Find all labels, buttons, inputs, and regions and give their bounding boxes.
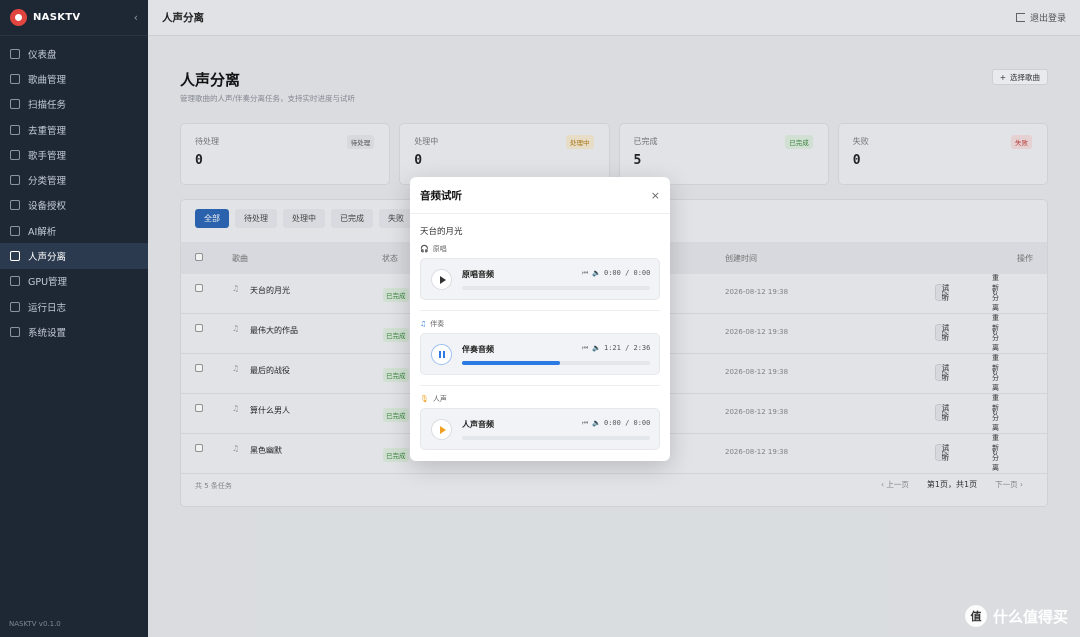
sidebar-item-settings[interactable]: 系统设置 [0, 319, 148, 344]
watermark-logo-icon: 值 [964, 605, 987, 627]
gear-icon [10, 326, 20, 337]
pause-button[interactable] [431, 344, 452, 365]
watermark-text: 什么值得买 [992, 607, 1068, 626]
sidebar: NASKTV ‹ 仪表盘 歌曲管理 扫描任务 去重管理 歌手管理 分类管理 设备… [0, 0, 148, 637]
sidebar-item-gpu[interactable]: GPU管理 [0, 269, 148, 294]
brand: NASKTV ‹ [0, 0, 148, 36]
robot-icon [10, 225, 20, 236]
track-label-original: 🎧 原唱 [420, 244, 447, 254]
track-label-vocal: 🎙 人声 [420, 394, 447, 404]
play-button[interactable] [431, 269, 452, 290]
sidebar-item-scan[interactable]: 扫描任务 [0, 92, 148, 117]
sidebar-item-label: 人声分离 [28, 252, 67, 264]
play-icon [439, 425, 446, 434]
track-label-text: 人声 [432, 395, 447, 403]
player-time: 0:00 / 0:00 [604, 419, 651, 427]
divider [420, 385, 660, 386]
track-label-accompaniment: ♫ 伴奏 [420, 319, 444, 329]
app-name: NASKTV [33, 12, 81, 23]
copy-icon [10, 124, 20, 135]
modal-song-name: 天台的月光 [420, 227, 463, 237]
sidebar-item-dedupe[interactable]: 去重管理 [0, 117, 148, 142]
sidebar-item-categories[interactable]: 分类管理 [0, 167, 148, 192]
sidebar-item-singers[interactable]: 歌手管理 [0, 142, 148, 167]
sidebar-item-label: 分类管理 [28, 176, 67, 188]
sidebar-item-label: 去重管理 [28, 125, 67, 137]
progress-bar[interactable] [462, 361, 650, 365]
watermark: 值 什么值得买 [964, 605, 1068, 627]
collapse-sidebar-icon[interactable]: ‹ [134, 11, 138, 24]
modal-header: 音频试听 × [410, 177, 670, 214]
sidebar-item-label: 歌曲管理 [28, 74, 67, 86]
modal-title: 音频试听 [420, 189, 462, 202]
sidebar-item-label: 扫描任务 [28, 100, 67, 112]
sidebar-item-dashboard[interactable]: 仪表盘 [0, 41, 148, 66]
sidebar-item-label: GPU管理 [28, 277, 68, 289]
audio-player-accompaniment: 伴奏音频 ⏮ 🔈 1:21 / 2:36 [420, 333, 660, 375]
sidebar-item-label: AI解析 [28, 226, 57, 238]
microphone-icon: 🎙 [420, 395, 429, 403]
pause-icon [438, 351, 445, 358]
dashboard-icon [10, 48, 20, 59]
restart-icon[interactable]: ⏮ [582, 269, 588, 278]
headphones-icon: 🎧 [420, 245, 429, 253]
volume-icon[interactable]: 🔈 [592, 419, 601, 427]
restart-icon[interactable]: ⏮ [582, 344, 588, 353]
sidebar-item-label: 系统设置 [28, 327, 67, 339]
device-icon [10, 200, 20, 211]
progress-bar[interactable] [462, 286, 650, 290]
player-title: 原唱音频 [462, 270, 494, 279]
volume-icon[interactable]: 🔈 [592, 269, 601, 277]
player-time: 1:21 / 2:36 [604, 344, 651, 352]
close-icon[interactable]: × [651, 189, 660, 202]
search-icon [10, 99, 20, 110]
sidebar-item-label: 仪表盘 [28, 49, 57, 61]
sidebar-item-vocal-separation[interactable]: 人声分离 [0, 243, 148, 269]
audio-player-original: 原唱音频 ⏮ 🔈 0:00 / 0:00 [420, 258, 660, 300]
play-icon [439, 275, 446, 284]
sidebar-item-logs[interactable]: 运行日志 [0, 294, 148, 319]
user-icon [10, 149, 20, 160]
audio-preview-modal: 音频试听 × 天台的月光 🎧 原唱 原唱音频 ⏮ 🔈 0:00 / 0:00 ♫… [410, 177, 670, 461]
divider [420, 310, 660, 311]
sidebar-item-ai[interactable]: AI解析 [0, 218, 148, 243]
volume-icon[interactable]: 🔈 [592, 344, 601, 352]
audio-player-vocal: 人声音频 ⏮ 🔈 0:00 / 0:00 [420, 408, 660, 450]
microphone-icon [10, 251, 20, 262]
sidebar-item-label: 运行日志 [28, 302, 67, 314]
player-time: 0:00 / 0:00 [604, 269, 651, 277]
track-label-text: 原唱 [432, 245, 447, 253]
progress-fill [462, 361, 560, 365]
music-icon [10, 73, 20, 84]
sidebar-item-label: 设备授权 [28, 201, 67, 213]
progress-bar[interactable] [462, 436, 650, 440]
log-icon [10, 301, 20, 312]
sidebar-item-songs[interactable]: 歌曲管理 [0, 66, 148, 91]
folder-icon [10, 175, 20, 186]
sidebar-item-devices[interactable]: 设备授权 [0, 193, 148, 218]
play-button[interactable] [431, 419, 452, 440]
music-note-icon: ♫ [420, 320, 427, 328]
player-title: 人声音频 [462, 420, 494, 429]
track-label-text: 伴奏 [430, 320, 445, 328]
app-logo-icon [10, 9, 27, 26]
sidebar-item-label: 歌手管理 [28, 150, 67, 162]
player-title: 伴奏音频 [462, 345, 494, 354]
restart-icon[interactable]: ⏮ [582, 419, 588, 428]
app-version: NASKTV v0.1.0 [9, 620, 61, 628]
chip-icon [10, 276, 20, 287]
sidebar-nav: 仪表盘 歌曲管理 扫描任务 去重管理 歌手管理 分类管理 设备授权 AI解析 人… [0, 41, 148, 345]
